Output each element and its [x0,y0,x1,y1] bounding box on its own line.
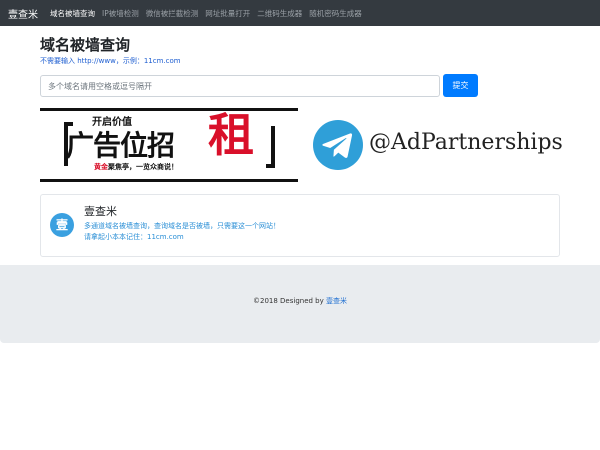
nav-link-ip-block-check[interactable]: IP被墙检测 [102,8,139,19]
page-footer: ©2018 Designed by 壹查米 [0,265,600,343]
ad-highlight-text: 租 [208,108,254,162]
nav-link-domain-block-check[interactable]: 域名被墙查询 [50,8,95,19]
telegram-handle: @AdPartnerships [369,130,563,155]
nav-link-password-generator[interactable]: 随机密码生成器 [309,8,362,19]
site-avatar: 壹 [50,213,74,237]
brand-logo[interactable]: 壹查米 [8,6,38,21]
ad-top-rule [40,108,298,111]
telegram-icon [313,120,363,170]
site-info-card: 壹 壹查米 多通道域名被墙查询，查询域名是否被墙，只需要这一个网站！ 请拿起小本… [40,194,560,257]
nav-link-wechat-block-check[interactable]: 微信被拦截检测 [146,8,199,19]
card-description: 多通道域名被墙查询，查询域名是否被墙，只需要这一个网站！ [84,222,280,230]
nav-link-qrcode-generator[interactable]: 二维码生成器 [257,8,302,19]
top-navbar: 壹查米 域名被墙查询 IP被墙检测 微信被拦截检测 网址批量打开 二维码生成器 … [0,0,600,26]
page-title: 域名被墙查询 [40,36,131,54]
domain-search-input[interactable] [40,75,440,97]
ad-main-text: 广告位招 [66,129,175,162]
ad-sub-rest-text: 聚焦亭，一览众商说！ [108,163,178,171]
input-hint: 不需要输入 http://www，示例：11cm.com [40,57,181,65]
ad-bottom-rule [40,179,298,182]
card-title: 壹查米 [84,205,117,218]
ad-sub-text: 黄金聚焦亭，一览众商说！ [94,162,178,172]
ad-sub-red-text: 黄金 [94,163,108,171]
footer-copyright: ©2018 Designed by 壹查米 [0,296,600,306]
ad-banner-telegram[interactable]: @AdPartnerships [308,108,563,182]
submit-button[interactable]: 提交 [443,74,478,97]
nav-link-bulk-url-open[interactable]: 网址批量打开 [205,8,250,19]
footer-designer-link[interactable]: 壹查米 [326,297,347,305]
ad-bracket-right [266,126,275,168]
card-reminder: 请拿起小本本记住：11cm.com [84,233,184,241]
ad-banner-for-rent[interactable]: 开启价值 广告位招 租 黄金聚焦亭，一览众商说！ [40,108,298,182]
footer-prefix: ©2018 Designed by [253,297,326,305]
